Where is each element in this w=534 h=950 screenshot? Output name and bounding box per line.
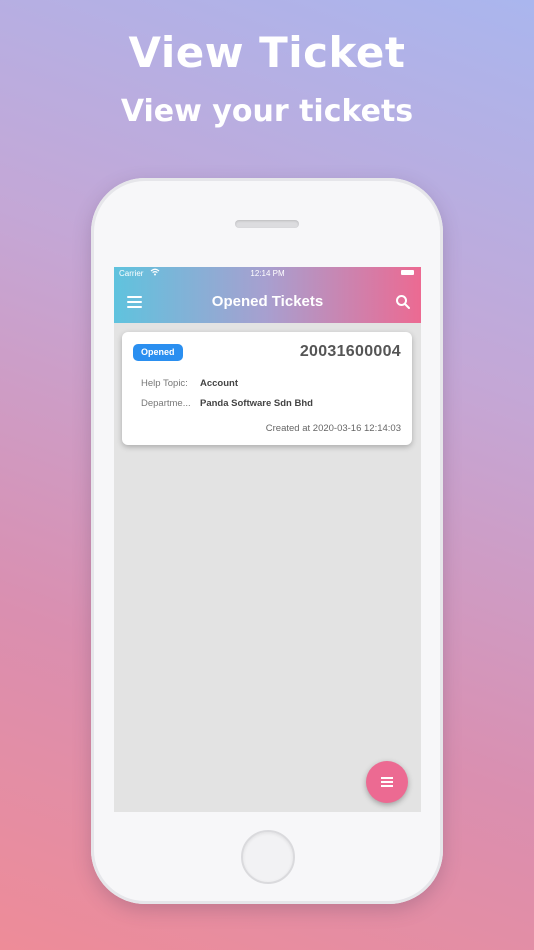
status-time: 12:14 PM: [250, 269, 285, 278]
help-topic-label: Help Topic:: [141, 378, 188, 389]
help-topic-value: Account: [200, 378, 238, 389]
created-at: Created at 2020-03-16 12:14:03: [265, 423, 401, 434]
battery-icon: [401, 270, 414, 275]
ticket-number: 20031600004: [299, 343, 401, 360]
fab-menu-button[interactable]: [366, 761, 408, 803]
promo-subtitle: View your tickets: [120, 94, 414, 129]
search-icon[interactable]: [395, 294, 411, 310]
promo-title: View Ticket: [128, 28, 406, 77]
status-badge: Opened: [133, 344, 183, 361]
app-bar: Carrier 12:14 PM Opened Tickets: [114, 267, 421, 323]
list-icon: [381, 777, 393, 789]
phone-speaker: [235, 220, 299, 228]
department-value: Panda Software Sdn Bhd: [200, 398, 313, 409]
home-button[interactable]: [241, 830, 295, 884]
phone-frame: Carrier 12:14 PM Opened Tickets Opened 2: [91, 178, 443, 904]
app-screen: Carrier 12:14 PM Opened Tickets Opened 2: [114, 267, 421, 812]
ticket-card[interactable]: Opened 20031600004 Help Topic: Account D…: [122, 332, 412, 445]
page-title: Opened Tickets: [211, 293, 324, 310]
department-label: Departme...: [141, 398, 191, 409]
status-bar: Carrier 12:14 PM: [114, 267, 421, 281]
